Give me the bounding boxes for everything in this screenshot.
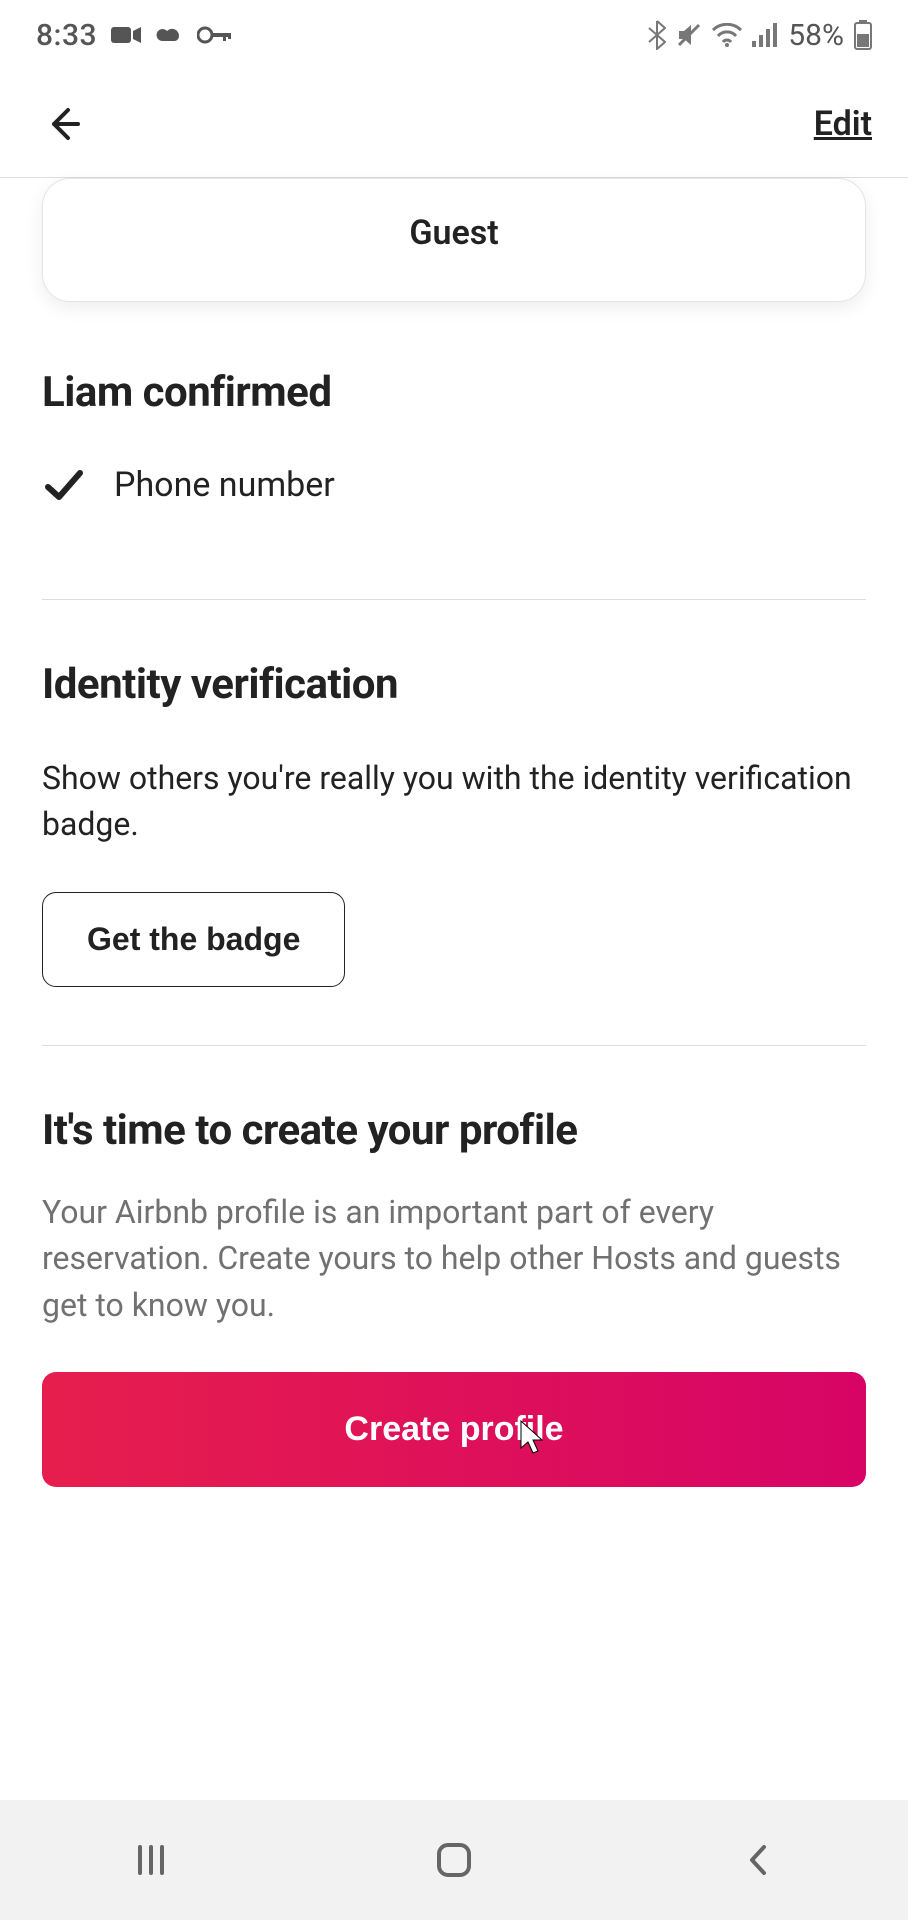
back-system-button[interactable] bbox=[697, 1820, 817, 1900]
signal-icon bbox=[752, 23, 778, 47]
confirmed-item: Phone number bbox=[42, 463, 866, 563]
status-bar: 8:33 58% bbox=[0, 0, 908, 70]
video-icon bbox=[111, 25, 141, 45]
bottom-spacer bbox=[42, 1487, 866, 1627]
identity-title: Identity verification bbox=[42, 660, 866, 709]
vpn-key-icon bbox=[197, 26, 231, 44]
divider bbox=[42, 599, 866, 600]
home-button[interactable] bbox=[394, 1820, 514, 1900]
chevron-left-icon bbox=[744, 1841, 770, 1879]
battery-percent: 58% bbox=[788, 18, 844, 53]
confirmed-title: Liam confirmed bbox=[42, 368, 866, 417]
battery-icon bbox=[854, 20, 872, 50]
create-title: It's time to create your profile bbox=[42, 1106, 866, 1155]
home-icon bbox=[435, 1841, 473, 1879]
mute-icon bbox=[676, 22, 702, 48]
check-icon bbox=[42, 463, 86, 507]
divider bbox=[42, 1045, 866, 1046]
get-badge-button[interactable]: Get the badge bbox=[42, 892, 345, 987]
identity-body: Show others you're really you with the i… bbox=[42, 755, 866, 848]
identity-verification-section: Identity verification Show others you're… bbox=[42, 660, 866, 1009]
confirmed-item-label: Phone number bbox=[114, 465, 335, 505]
back-button[interactable] bbox=[36, 96, 92, 152]
system-nav-bar bbox=[0, 1800, 908, 1920]
app-header: Edit bbox=[0, 70, 908, 178]
bluetooth-icon bbox=[648, 20, 666, 50]
create-body: Your Airbnb profile is an important part… bbox=[42, 1189, 866, 1328]
recents-button[interactable] bbox=[91, 1820, 211, 1900]
cloud-icon bbox=[155, 25, 183, 45]
main-content: Guest Liam confirmed Phone number Identi… bbox=[0, 178, 908, 1687]
create-profile-label: Create profile bbox=[344, 1410, 563, 1448]
status-right: 58% bbox=[648, 18, 872, 53]
arrow-left-icon bbox=[44, 104, 84, 144]
role-card[interactable]: Guest bbox=[42, 178, 866, 302]
create-profile-button[interactable]: Create profile bbox=[42, 1372, 866, 1487]
edit-link[interactable]: Edit bbox=[814, 104, 872, 144]
status-time: 8:33 bbox=[36, 18, 97, 53]
status-left: 8:33 bbox=[36, 18, 231, 53]
recents-icon bbox=[134, 1843, 168, 1877]
role-label: Guest bbox=[409, 213, 498, 253]
wifi-icon bbox=[712, 23, 742, 47]
create-profile-section: It's time to create your profile Your Ai… bbox=[42, 1106, 866, 1487]
